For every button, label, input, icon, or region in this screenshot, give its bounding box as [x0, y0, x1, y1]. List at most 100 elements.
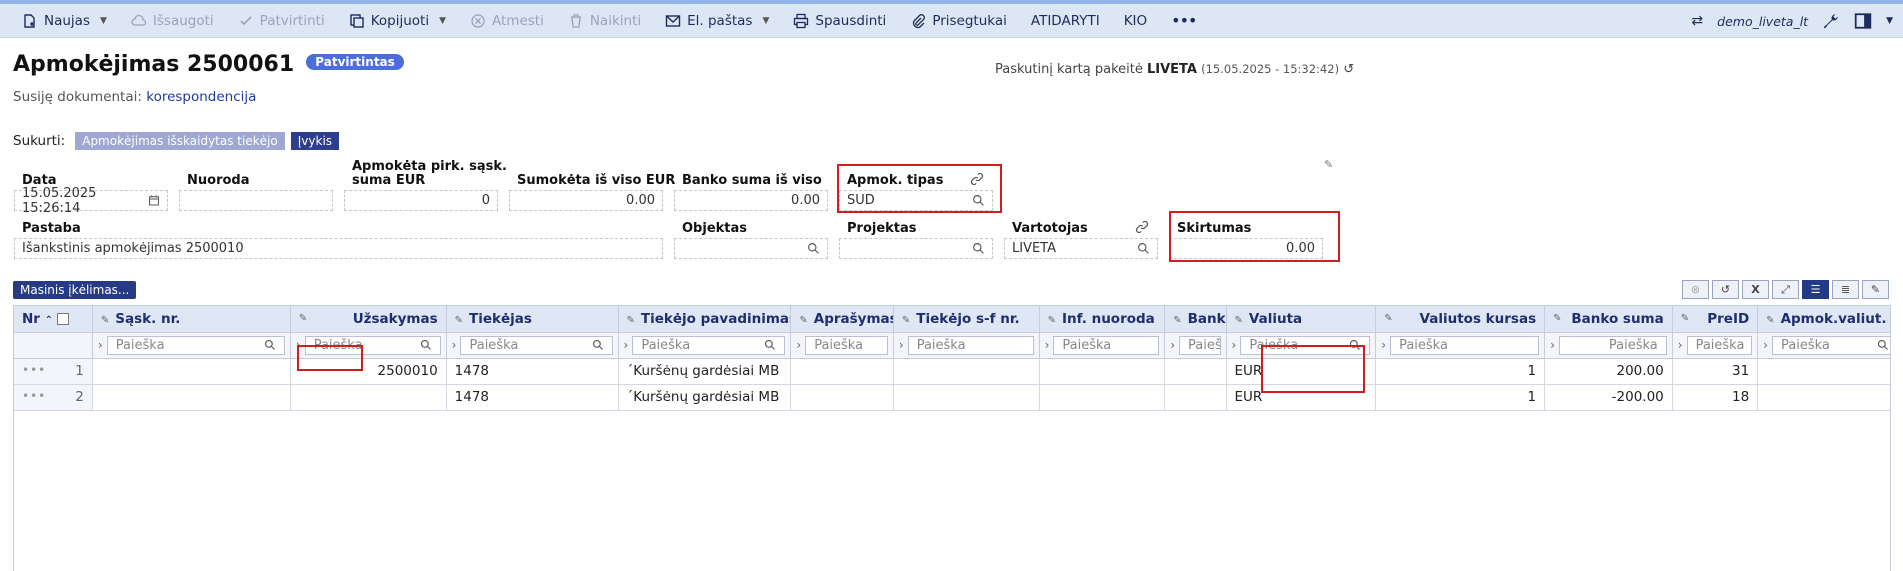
create-event-button[interactable]: Įvykis: [290, 131, 340, 150]
search-input-tiekejo-pavadinimas[interactable]: Paieška: [632, 335, 786, 355]
mass-import-button[interactable]: Masinis įkėlimas...: [13, 281, 137, 299]
search-icon[interactable]: [807, 242, 820, 255]
search-icon[interactable]: [1137, 242, 1150, 255]
search-input-valiutos-kursas[interactable]: Paieška: [1390, 335, 1540, 355]
confirm-button[interactable]: Patvirtinti: [226, 13, 337, 29]
user-name[interactable]: demo_liveta_lt: [1717, 14, 1808, 29]
chevron-right-icon[interactable]: ›: [796, 338, 801, 352]
column-header-bank[interactable]: ✎ Bank: [1164, 306, 1227, 333]
save-button[interactable]: Išsaugoti: [119, 13, 226, 29]
delete-button[interactable]: Naikinti: [556, 13, 653, 29]
column-header-sask-nr[interactable]: ✎ Sąsk. nr.: [92, 306, 291, 333]
column-header-aprasymas[interactable]: ✎ Aprašymas: [790, 306, 894, 333]
search-input-tiekejas[interactable]: Paieška: [460, 335, 613, 355]
column-header-nr[interactable]: Nr ⌃: [14, 306, 93, 333]
chevron-down-icon[interactable]: ▼: [439, 16, 446, 26]
copy-button[interactable]: Kopijuoti ▼: [337, 13, 458, 29]
table-row[interactable]: ••• 2 1478 ´Kuršėnų gardėsiai MB EUR 1 -2…: [14, 384, 1890, 411]
sort-ascending-icon[interactable]: ⌃: [45, 315, 53, 326]
wrench-icon[interactable]: ✎: [1681, 313, 1689, 324]
wrench-icon[interactable]: ✎: [1173, 315, 1181, 326]
column-header-tiekejo-sf-nr[interactable]: ✎ Tiekėjo s-f nr.: [893, 306, 1040, 333]
column-header-tiekejo-pavadinimas[interactable]: ✎ Tiekėjo pavadinimas: [618, 306, 792, 333]
wrench-icon[interactable]: ✎: [799, 315, 807, 326]
attachments-button[interactable]: Prisegtukai: [898, 13, 1019, 29]
wrench-icon[interactable]: ✎: [627, 315, 635, 326]
wrench-icon[interactable]: ✎: [299, 313, 307, 324]
list-view-icon[interactable]: ☰: [1802, 280, 1829, 299]
data-input[interactable]: 15.05.2025 15:26:14: [14, 186, 168, 216]
column-header-banko-suma[interactable]: ✎ Banko suma: [1544, 306, 1673, 333]
column-header-valiuta[interactable]: ✎ Valiuta: [1226, 306, 1377, 333]
objektas-input[interactable]: [674, 238, 828, 259]
select-all-checkbox[interactable]: [57, 312, 70, 325]
wrench-icon[interactable]: ✎: [1384, 313, 1392, 324]
column-header-valiutos-kursas[interactable]: ✎ Valiutos kursas: [1375, 306, 1546, 333]
link-icon[interactable]: [1135, 220, 1149, 234]
column-header-apmok-valiut[interactable]: ✎ Apmok.valiut.: [1757, 306, 1890, 333]
apmoketa-pirk-input[interactable]: 0: [344, 190, 498, 211]
wrench-icon[interactable]: ✎: [1553, 313, 1561, 324]
related-link-korespondencija[interactable]: korespondencija: [146, 89, 256, 105]
wrench-icon[interactable]: ✎: [1862, 280, 1889, 299]
print-button[interactable]: Spausdinti: [781, 13, 898, 29]
chevron-right-icon[interactable]: ›: [899, 338, 904, 352]
calendar-icon[interactable]: [148, 194, 160, 207]
column-header-inf-nuoroda[interactable]: ✎ Inf. nuoroda: [1039, 306, 1166, 333]
cancel-button[interactable]: Atmesti: [458, 13, 556, 29]
search-input-sask-nr[interactable]: Paieška: [106, 335, 285, 355]
chevron-right-icon[interactable]: ›: [1678, 338, 1683, 352]
chevron-right-icon[interactable]: ›: [1170, 338, 1175, 352]
column-header-uzsakymas[interactable]: ✎ Užsakymas: [290, 306, 447, 333]
banko-suma-input[interactable]: 0.00: [674, 190, 828, 211]
chevron-right-icon[interactable]: ›: [624, 338, 629, 352]
column-header-preid[interactable]: ✎ PreID: [1672, 306, 1759, 333]
wrench-icon[interactable]: ✎: [902, 315, 910, 326]
wrench-icon[interactable]: ✎: [1766, 315, 1774, 326]
sumoketa-input[interactable]: 0.00: [509, 190, 663, 211]
wrench-icon[interactable]: ✎: [1324, 158, 1333, 171]
chevron-down-icon[interactable]: ▼: [762, 16, 769, 26]
search-input-bank[interactable]: Paieška: [1179, 335, 1221, 355]
row-menu-icon[interactable]: •••: [22, 363, 46, 377]
panel-layout-icon[interactable]: [1854, 12, 1872, 30]
more-button[interactable]: •••: [1159, 11, 1208, 30]
pastaba-input[interactable]: Išankstinis apmokėjimas 2500010: [14, 238, 663, 259]
chevron-right-icon[interactable]: ›: [1381, 338, 1386, 352]
chevron-right-icon[interactable]: ›: [98, 338, 103, 352]
kio-button[interactable]: KIO: [1112, 13, 1159, 29]
search-input-banko-suma[interactable]: Paieška: [1558, 335, 1667, 355]
expand-icon[interactable]: ⤢: [1772, 280, 1799, 299]
create-split-payment-button[interactable]: Apmokėjimas išskaidytas tiekėjo: [75, 131, 285, 150]
detail-view-icon[interactable]: ≣: [1832, 280, 1859, 299]
chevron-right-icon[interactable]: ›: [1550, 338, 1555, 352]
wrench-icon[interactable]: [1822, 12, 1840, 30]
search-input-apmok-valiut[interactable]: Paieška: [1771, 335, 1890, 355]
chevron-down-icon[interactable]: ▼: [1886, 16, 1893, 26]
search-input-tiekejo-sf-nr[interactable]: Paieška: [907, 335, 1034, 355]
new-button[interactable]: Naujas ▼: [10, 13, 119, 29]
search-input-preid[interactable]: Paieška: [1686, 335, 1753, 355]
clear-filter-icon[interactable]: ⊗: [1682, 280, 1709, 299]
switch-arrows-icon[interactable]: ⇄: [1691, 13, 1703, 29]
chevron-right-icon[interactable]: ›: [452, 338, 457, 352]
wrench-icon[interactable]: ✎: [455, 315, 463, 326]
nuoroda-input[interactable]: [179, 190, 333, 211]
excel-export-icon[interactable]: X: [1742, 280, 1769, 299]
wrench-icon[interactable]: ✎: [1235, 315, 1243, 326]
table-row[interactable]: ••• 1 2500010 1478 ´Kuršėnų gardėsiai MB …: [14, 358, 1890, 385]
search-input-inf-nuoroda[interactable]: Paieška: [1053, 335, 1160, 355]
chevron-right-icon[interactable]: ›: [1232, 338, 1237, 352]
chevron-right-icon[interactable]: ›: [1763, 338, 1768, 352]
chevron-right-icon[interactable]: ›: [1045, 338, 1050, 352]
wrench-icon[interactable]: ✎: [101, 315, 109, 326]
row-menu-icon[interactable]: •••: [22, 389, 46, 403]
wrench-icon[interactable]: ✎: [1048, 315, 1056, 326]
column-header-tiekejas[interactable]: ✎ Tiekėjas: [446, 306, 619, 333]
chevron-down-icon[interactable]: ▼: [100, 16, 107, 26]
history-icon[interactable]: ↺: [1343, 62, 1354, 77]
open-button[interactable]: ATIDARYTI: [1019, 13, 1112, 29]
search-input-aprasymas[interactable]: Paieška: [805, 335, 888, 355]
vartotojas-input[interactable]: LIVETA: [1004, 238, 1158, 259]
refresh-icon[interactable]: ↺: [1712, 280, 1739, 299]
